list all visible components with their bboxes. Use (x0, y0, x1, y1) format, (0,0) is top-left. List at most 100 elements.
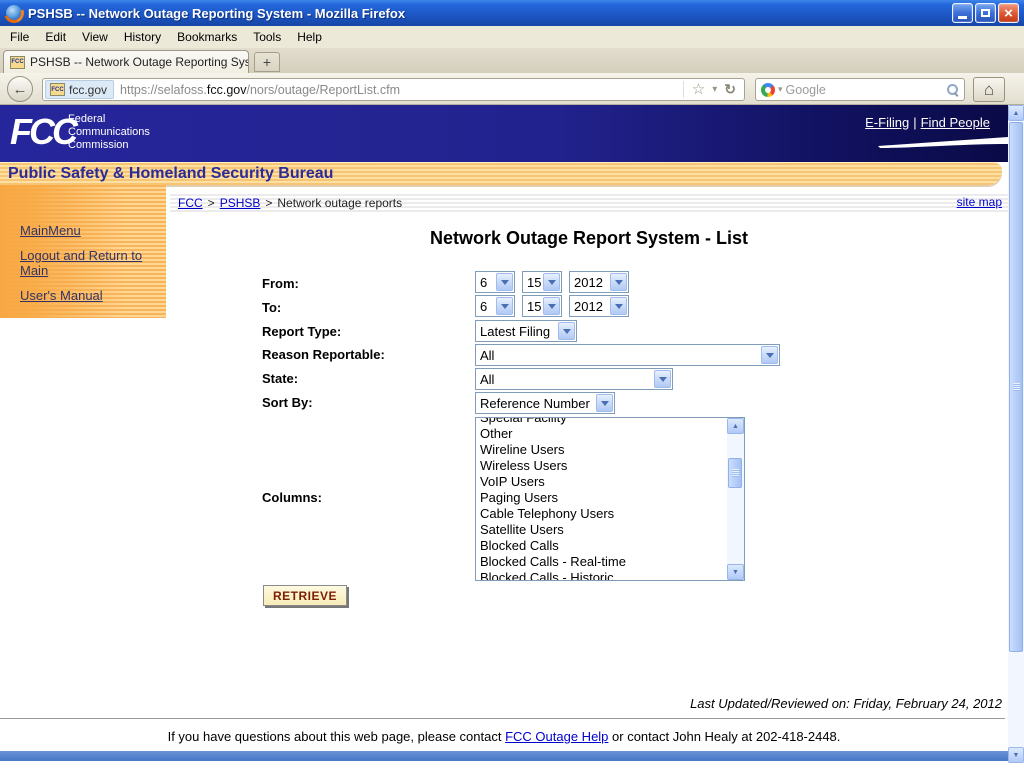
columns-option[interactable]: Blocked Calls (476, 538, 727, 554)
chevron-down-icon (596, 394, 613, 412)
fcc-header-banner: FCC Federal Communications Commission E-… (0, 105, 1008, 162)
to-month-value: 6 (476, 299, 495, 314)
menu-item[interactable]: Help (289, 27, 330, 47)
columns-option[interactable]: Other (476, 426, 727, 442)
efiling-link[interactable]: E-Filing (865, 115, 909, 130)
breadcrumb-current: Network outage reports (277, 196, 402, 210)
header-links: E-Filing|Find People (865, 115, 990, 130)
to-month-select[interactable]: 6 (475, 295, 515, 317)
footer-divider (0, 718, 1005, 719)
menu-item[interactable]: History (116, 27, 169, 47)
active-tab[interactable]: FCC PSHSB -- Network Outage Reporting Sy… (3, 50, 249, 73)
scroll-up-button[interactable]: ▲ (727, 418, 744, 434)
fcc-outage-help-link[interactable]: FCC Outage Help (505, 729, 608, 744)
report-type-label: Report Type: (262, 324, 341, 339)
chevron-down-icon (654, 370, 671, 388)
agency-line: Communications (68, 126, 150, 139)
magnifier-icon[interactable] (946, 83, 959, 96)
listbox-scrollbar[interactable]: ▲ ▼ (727, 418, 744, 580)
new-tab-button[interactable]: + (254, 52, 280, 72)
sort-by-select[interactable]: Reference Number (475, 392, 615, 414)
reason-reportable-value: All (476, 348, 760, 363)
columns-option[interactable]: Blocked Calls - Historic (476, 570, 727, 580)
columns-option[interactable]: Cable Telephony Users (476, 506, 727, 522)
chevron-down-icon (496, 273, 513, 291)
columns-option[interactable]: Blocked Calls - Real-time (476, 554, 727, 570)
to-year-select[interactable]: 2012 (569, 295, 629, 317)
fcc-favicon-icon: FCC (50, 83, 65, 96)
menu-item[interactable]: Tools (245, 27, 289, 47)
reload-icon[interactable]: ↻ (724, 81, 736, 98)
from-month-select[interactable]: 6 (475, 271, 515, 293)
chevron-down-icon (761, 346, 778, 364)
report-type-value: Latest Filing (476, 324, 557, 339)
bureau-banner: Public Safety & Homeland Security Bureau (0, 162, 1002, 185)
site-identity-chip[interactable]: FCC fcc.gov (45, 80, 114, 99)
from-day-select[interactable]: 15 (522, 271, 562, 293)
scrollbar-thumb[interactable] (728, 458, 742, 488)
state-select[interactable]: All (475, 368, 673, 390)
restore-icon (981, 9, 990, 17)
back-button[interactable]: ← (7, 76, 33, 102)
url-path: /nors/outage/ReportList.cfm (246, 83, 400, 97)
breadcrumb-pshsb-link[interactable]: PSHSB (220, 196, 261, 210)
menu-item[interactable]: View (74, 27, 116, 47)
site-map-link[interactable]: site map (957, 195, 1002, 209)
breadcrumb-fcc-link[interactable]: FCC (178, 196, 203, 210)
home-button[interactable]: ⌂ (973, 77, 1005, 102)
left-sidebar: MainMenu Logout and Return to Main User's … (0, 185, 166, 318)
bureau-title: Public Safety & Homeland Security Bureau (0, 165, 333, 183)
state-label: State: (262, 371, 298, 386)
menu-bar: FileEditViewHistoryBookmarksToolsHelp (0, 26, 1024, 48)
sidebar-link[interactable]: MainMenu (20, 223, 165, 238)
contact-text-before: If you have questions about this web pag… (168, 729, 506, 744)
find-people-link[interactable]: Find People (921, 115, 990, 130)
urlbar-action-icons: ☆ ▾ ↻ (683, 81, 744, 98)
scroll-up-button[interactable]: ▲ (1008, 105, 1024, 121)
minimize-button[interactable] (952, 3, 973, 23)
columns-option[interactable]: Satellite Users (476, 522, 727, 538)
sidebar-links: MainMenu Logout and Return to Main User's … (0, 185, 166, 303)
contact-text-after: or contact John Healy at 202-418-2448. (608, 729, 840, 744)
report-type-select[interactable]: Latest Filing (475, 320, 577, 342)
columns-listbox[interactable]: Special FacilityOtherWireline UsersWirel… (475, 417, 745, 581)
chevron-down-icon (543, 297, 560, 315)
columns-option[interactable]: Wireline Users (476, 442, 727, 458)
columns-option[interactable]: VoIP Users (476, 474, 727, 490)
search-input[interactable] (786, 83, 946, 97)
bookmark-star-icon[interactable]: ☆ (692, 82, 705, 97)
menu-item[interactable]: Edit (37, 27, 74, 47)
chevron-down-icon (558, 322, 575, 340)
tab-strip: FCC PSHSB -- Network Outage Reporting Sy… (0, 48, 1024, 73)
chevron-down-icon (610, 297, 627, 315)
menu-items: FileEditViewHistoryBookmarksToolsHelp (2, 27, 330, 47)
columns-option[interactable]: Wireless Users (476, 458, 727, 474)
menu-item[interactable]: Bookmarks (169, 27, 245, 47)
url-bar[interactable]: FCC fcc.gov https://selafoss.fcc.gov/nor… (42, 78, 745, 101)
page-scrollbar[interactable]: ▲ ▼ (1008, 105, 1024, 763)
columns-option[interactable]: Paging Users (476, 490, 727, 506)
to-day-select[interactable]: 15 (522, 295, 562, 317)
tab-title: PSHSB -- Network Outage Reporting System (30, 55, 249, 69)
sort-by-value: Reference Number (476, 396, 595, 411)
menu-item[interactable]: File (2, 27, 37, 47)
scroll-down-button[interactable]: ▼ (1008, 747, 1024, 763)
sidebar-link[interactable]: Logout and Return to Main (20, 248, 165, 278)
chevron-down-icon (610, 273, 627, 291)
from-label: From: (262, 276, 299, 291)
search-engine-caret-icon[interactable]: ▾ (778, 84, 783, 95)
columns-option[interactable]: Special Facility (476, 418, 727, 426)
reason-reportable-select[interactable]: All (475, 344, 780, 366)
dropdown-caret-icon[interactable]: ▾ (712, 84, 717, 95)
sidebar-link[interactable]: User's Manual (20, 288, 165, 303)
url-text: https://selafoss.fcc.gov/nors/outage/Rep… (120, 83, 683, 97)
scrollbar-thumb[interactable] (1009, 122, 1023, 652)
from-year-select[interactable]: 2012 (569, 271, 629, 293)
retrieve-button[interactable]: RETRIEVE (263, 585, 347, 606)
scroll-down-button[interactable]: ▼ (727, 564, 744, 580)
restore-button[interactable] (975, 3, 996, 23)
page-content: FCC Federal Communications Commission E-… (0, 105, 1008, 768)
agency-name: Federal Communications Commission (68, 113, 150, 152)
close-button[interactable]: × (998, 3, 1019, 23)
search-box[interactable]: ▾ (755, 78, 965, 101)
